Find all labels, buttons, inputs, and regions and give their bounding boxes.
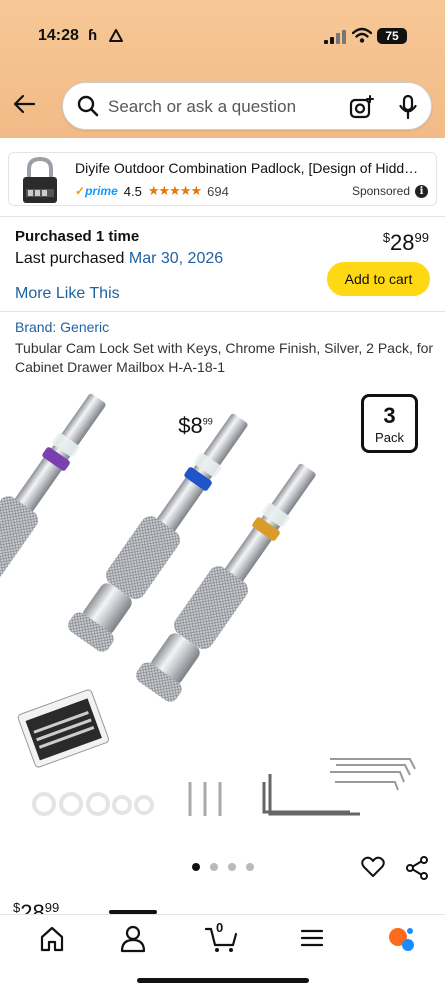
camera-lens-icon[interactable] [349,95,375,119]
carousel-dot[interactable] [246,863,254,871]
hex-wrenches [262,758,416,816]
rufus-icon[interactable] [381,923,421,953]
divider [0,311,445,312]
storage-case [17,689,109,768]
more-like-this-link[interactable]: More Like This [15,285,120,303]
carousel-dot[interactable] [210,863,218,871]
heart-icon[interactable] [361,856,385,878]
ad-stars: ★★★★★ [147,183,202,198]
purchased-count: Purchased 1 time [15,228,140,245]
rubber-rings [32,792,154,816]
cellular-signal-icon [324,30,346,44]
last-purchased-date[interactable]: Mar 30, 2026 [129,250,223,267]
sticky-price-peek: $2899 [13,900,60,914]
spare-pins [188,782,222,816]
carousel-dot[interactable] [192,863,200,871]
search-bar[interactable]: Search or ask a question [62,82,432,130]
cart-count: 0 [216,920,224,935]
add-to-cart-button[interactable]: Add to cart [327,262,430,296]
ad-review-count: 694 [207,183,229,199]
bottom-tab-bar: 0 [0,910,445,1000]
divider [0,216,445,217]
battery-indicator: 75 [377,28,407,44]
product-price: $2899 [382,230,429,255]
ad-title: Diyife Outdoor Combination Padlock, [Des… [75,160,420,176]
last-purchased: Last purchased Mar 30, 2026 [15,250,224,267]
home-indicator [137,978,309,983]
header: 14:28 ɦ 75 Search or ask a question [0,0,445,138]
brand-link[interactable]: Brand: Generic [15,319,109,335]
sponsored-label[interactable]: Sponsored i [352,184,428,198]
lock-pick-tool [135,463,316,702]
menu-icon[interactable] [292,923,332,953]
ad-meta-row: $899 ✓prime 4.5 ★★★★★ 694 [75,183,229,438]
prime-badge: ✓prime [75,184,118,198]
status-time: 14:28 [38,27,79,44]
wifi-icon [352,27,372,43]
pack-count-badge: 3 Pack [361,394,418,453]
share-icon[interactable] [405,856,429,880]
info-icon: i [415,184,428,198]
account-icon[interactable] [113,923,153,953]
ad-rating: 4.5 [123,183,142,199]
tab-indicator [109,910,157,914]
product-title: Tubular Cam Lock Set with Keys, Chrome F… [15,340,434,375]
image-carousel-dots[interactable] [192,863,254,871]
status-bar: 14:28 ɦ 75 [0,0,445,70]
carousel-dot[interactable] [228,863,236,871]
search-icon [77,95,99,117]
back-arrow-icon[interactable] [12,92,36,116]
home-icon[interactable] [32,923,72,953]
status-extra-glyph: ɦ [88,27,98,44]
notification-icon [109,29,123,42]
microphone-icon[interactable] [399,95,417,119]
padlock-product-image [23,156,57,203]
sponsored-product-ad[interactable]: Diyife Outdoor Combination Padlock, [Des… [8,152,437,438]
cart-tab[interactable]: 0 [202,920,242,953]
search-placeholder: Search or ask a question [108,97,297,116]
